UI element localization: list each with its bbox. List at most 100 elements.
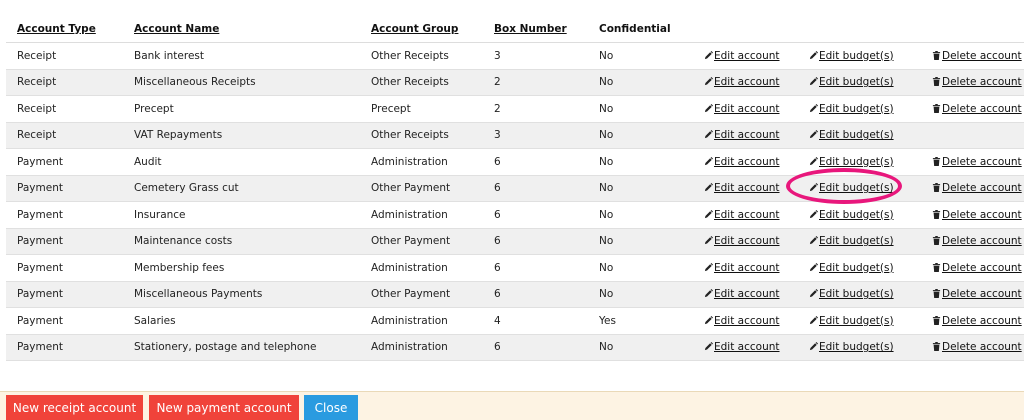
header-box-number[interactable]: Box Number [483, 16, 588, 43]
cell-edit-account: Edit account [693, 281, 798, 308]
edit-account-link[interactable]: Edit account [704, 341, 780, 353]
edit-account-link[interactable]: Edit account [704, 288, 780, 300]
footer-bar: New receipt account New payment account … [0, 391, 1024, 420]
edit-account-link[interactable]: Edit account [704, 103, 780, 115]
cell-edit-account: Edit account [693, 201, 798, 229]
cell-edit-account: Edit account [693, 122, 798, 149]
header-account-type[interactable]: Account Type [6, 16, 123, 43]
edit-budget-label: Edit budget(s) [819, 288, 894, 301]
edit-budget-link[interactable]: Edit budget(s) [809, 209, 894, 221]
delete-account-link[interactable]: Delete account [932, 315, 1022, 327]
cell-account-type: Payment [6, 175, 123, 202]
edit-account-label: Edit account [714, 208, 780, 221]
cell-box-number: 3 [483, 42, 588, 70]
cell-confidential: No [588, 334, 693, 361]
edit-budget-label: Edit budget(s) [819, 76, 894, 89]
edit-budget-link[interactable]: Edit budget(s) [809, 315, 894, 327]
edit-account-link[interactable]: Edit account [704, 209, 780, 221]
pencil-icon [704, 77, 713, 86]
edit-account-link[interactable]: Edit account [704, 235, 780, 247]
new-receipt-account-button[interactable]: New receipt account [6, 395, 143, 420]
table-row: Payment Stationery, postage and telephone… [6, 334, 1024, 361]
delete-account-label: Delete account [942, 102, 1022, 115]
cell-box-number: 3 [483, 122, 588, 149]
edit-account-label: Edit account [714, 155, 780, 168]
edit-budget-link[interactable]: Edit budget(s) [809, 262, 894, 274]
cell-confidential: No [588, 42, 693, 70]
cell-delete-account: Delete account [921, 95, 1024, 123]
delete-account-link[interactable]: Delete account [932, 76, 1022, 88]
cell-box-number: 6 [483, 228, 588, 255]
edit-budget-link[interactable]: Edit budget(s) [809, 50, 894, 62]
cell-account-group: Precept [360, 95, 483, 123]
delete-account-label: Delete account [942, 208, 1022, 221]
cell-confidential: No [588, 122, 693, 149]
cell-account-name: Stationery, postage and telephone [123, 334, 360, 361]
delete-account-link[interactable]: Delete account [932, 235, 1022, 247]
close-button[interactable]: Close [304, 395, 358, 420]
cell-delete-account: Delete account [921, 148, 1024, 176]
edit-account-link[interactable]: Edit account [704, 76, 780, 88]
edit-budget-link[interactable]: Edit budget(s) [809, 288, 894, 300]
cell-delete-account [921, 122, 1024, 149]
edit-budget-link[interactable]: Edit budget(s) [809, 182, 894, 194]
table-row: Receipt Precept Precept 2 No Edit account Edit… [6, 95, 1024, 123]
delete-account-link[interactable]: Delete account [932, 50, 1022, 62]
delete-account-link[interactable]: Delete account [932, 288, 1022, 300]
edit-budget-link[interactable]: Edit budget(s) [809, 76, 894, 88]
edit-budget-label: Edit budget(s) [819, 208, 894, 221]
cell-account-name: Insurance [123, 201, 360, 229]
edit-account-link[interactable]: Edit account [704, 315, 780, 327]
cell-account-group: Administration [360, 148, 483, 176]
edit-account-link[interactable]: Edit account [704, 50, 780, 62]
edit-budget-link[interactable]: Edit budget(s) [809, 103, 894, 115]
delete-account-link[interactable]: Delete account [932, 341, 1022, 353]
edit-account-link[interactable]: Edit account [704, 262, 780, 274]
header-budget [798, 16, 921, 43]
delete-account-link[interactable]: Delete account [932, 209, 1022, 221]
pencil-icon [704, 103, 713, 112]
cell-edit-account: Edit account [693, 175, 798, 202]
delete-account-link[interactable]: Delete account [932, 156, 1022, 168]
cell-confidential: No [588, 201, 693, 229]
cell-account-name: Cemetery Grass cut [123, 175, 360, 202]
table-row: Receipt Bank interest Other Receipts 3 No Edi… [6, 42, 1024, 70]
header-account-group[interactable]: Account Group [360, 16, 483, 43]
edit-account-link[interactable]: Edit account [704, 182, 780, 194]
cell-box-number: 6 [483, 201, 588, 229]
edit-account-link[interactable]: Edit account [704, 156, 780, 168]
delete-account-label: Delete account [942, 49, 1022, 62]
edit-budget-label: Edit budget(s) [819, 314, 894, 327]
cell-box-number: 6 [483, 281, 588, 308]
cell-edit-account: Edit account [693, 228, 798, 255]
delete-account-link[interactable]: Delete account [932, 103, 1022, 115]
delete-account-label: Delete account [942, 261, 1022, 274]
cell-account-type: Receipt [6, 122, 123, 149]
cell-edit-account: Edit account [693, 334, 798, 361]
new-payment-account-button[interactable]: New payment account [149, 395, 299, 420]
edit-budget-link[interactable]: Edit budget(s) [809, 129, 894, 141]
header-account-name[interactable]: Account Name [123, 16, 360, 43]
edit-account-label: Edit account [714, 76, 780, 89]
edit-budget-label: Edit budget(s) [819, 102, 894, 115]
cell-box-number: 2 [483, 95, 588, 123]
delete-account-label: Delete account [942, 341, 1022, 354]
delete-account-link[interactable]: Delete account [932, 182, 1022, 194]
cell-edit-budget: Edit budget(s) [798, 95, 921, 123]
cell-account-group: Administration [360, 201, 483, 229]
edit-budget-link[interactable]: Edit budget(s) [809, 235, 894, 247]
edit-account-link[interactable]: Edit account [704, 129, 780, 141]
cell-account-name: Precept [123, 95, 360, 123]
cell-confidential: Yes [588, 307, 693, 335]
header-edit [693, 16, 798, 43]
cell-account-group: Administration [360, 307, 483, 335]
edit-account-label: Edit account [714, 129, 780, 142]
table-row: Payment Cemetery Grass cut Other Payment 6 N… [6, 175, 1024, 202]
cell-account-name: Maintenance costs [123, 228, 360, 255]
edit-budget-link[interactable]: Edit budget(s) [809, 156, 894, 168]
pencil-icon [704, 315, 713, 324]
cell-edit-budget: Edit budget(s) [798, 175, 921, 202]
edit-budget-link[interactable]: Edit budget(s) [809, 341, 894, 353]
delete-account-label: Delete account [942, 182, 1022, 195]
delete-account-link[interactable]: Delete account [932, 262, 1022, 274]
